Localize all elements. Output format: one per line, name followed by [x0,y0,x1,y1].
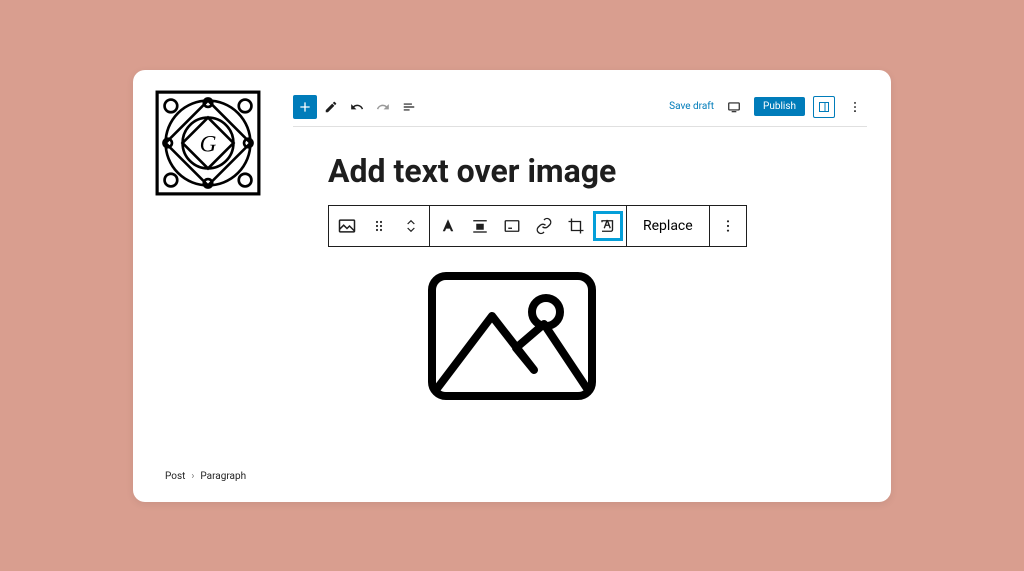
document-overview-icon[interactable] [397,95,421,119]
add-block-button[interactable] [293,95,317,119]
edit-icon[interactable] [319,95,343,119]
breadcrumb-root[interactable]: Post [165,471,185,482]
image-block-placeholder[interactable] [426,270,598,406]
save-draft-link[interactable]: Save draft [669,101,714,112]
style-icon[interactable] [433,211,463,241]
settings-panel-toggle[interactable] [813,96,835,118]
toolbar-right: Save draft Publish [669,95,867,119]
toolbar-left [293,95,421,119]
text-overlay-icon[interactable] [593,211,623,241]
redo-icon[interactable] [371,95,395,119]
site-logo[interactable]: G [155,90,261,196]
editor-window: Save draft Publish [133,70,891,502]
publish-button[interactable]: Publish [754,97,805,116]
caption-icon[interactable] [497,211,527,241]
align-icon[interactable] [465,211,495,241]
preview-icon[interactable] [722,95,746,119]
crop-icon[interactable] [561,211,591,241]
move-up-down-icon[interactable] [396,211,426,241]
options-kebab-icon[interactable] [843,95,867,119]
more-options-icon[interactable] [713,211,743,241]
drag-handle-icon[interactable] [364,211,394,241]
block-toolbar: Replace [328,205,747,247]
header-divider [293,126,867,127]
link-icon[interactable] [529,211,559,241]
undo-icon[interactable] [345,95,369,119]
post-title[interactable]: Add text over image [328,152,616,190]
replace-button[interactable]: Replace [629,206,707,246]
block-type-image-icon[interactable] [332,211,362,241]
breadcrumb: Post › Paragraph [165,471,246,482]
breadcrumb-current[interactable]: Paragraph [200,471,246,482]
breadcrumb-separator: › [191,471,194,482]
svg-text:G: G [200,131,217,157]
